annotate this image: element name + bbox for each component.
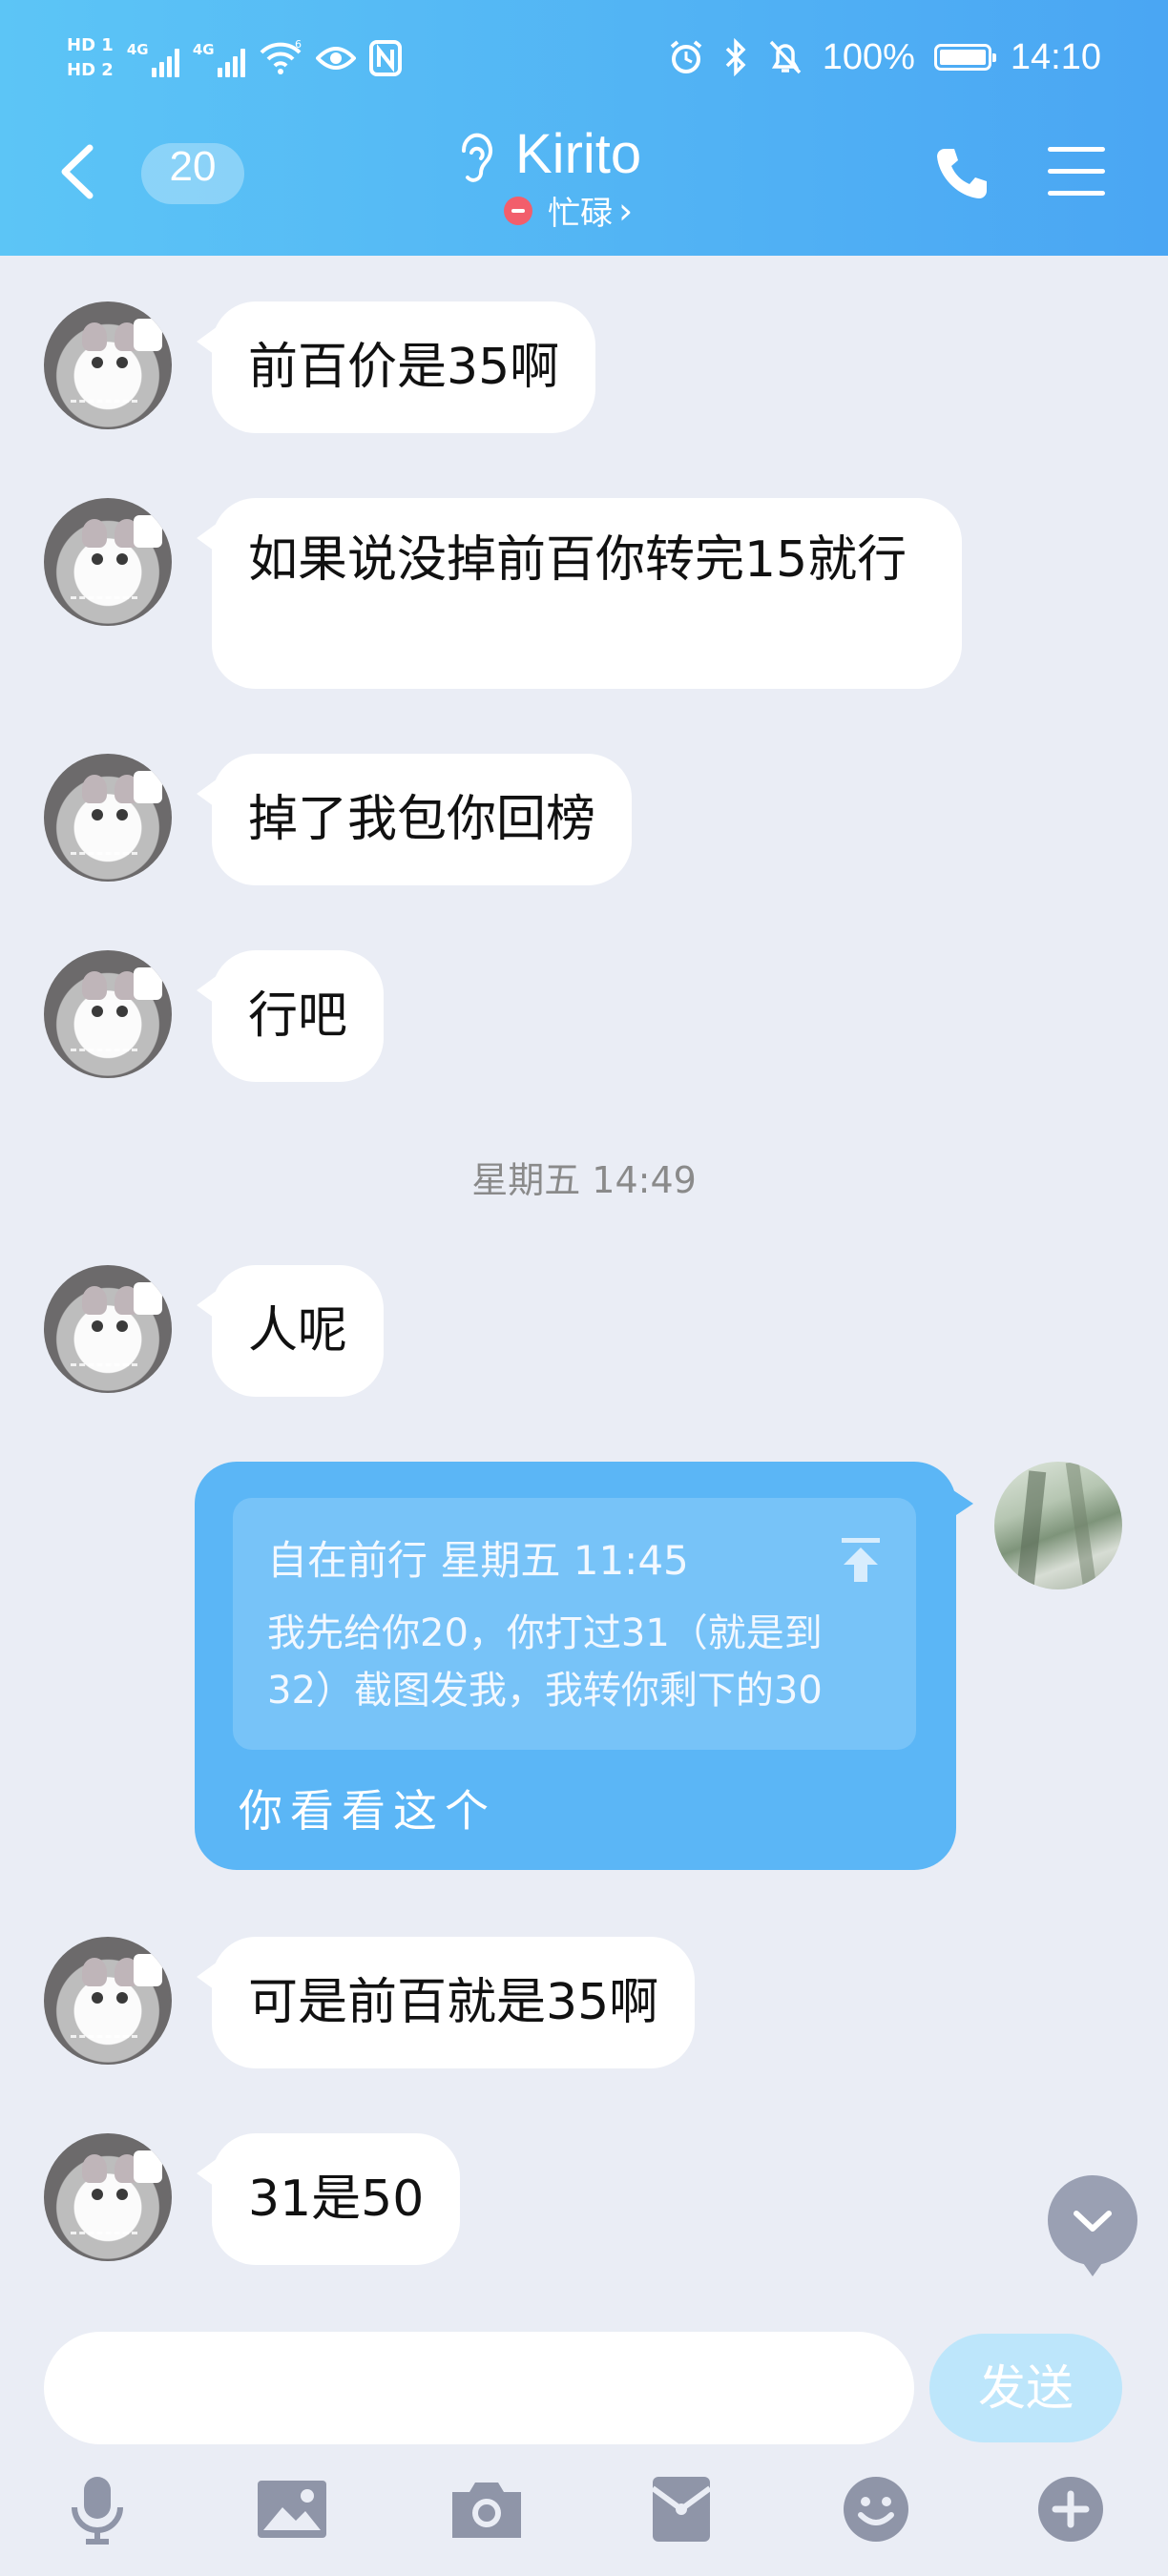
status-bar-right: 100% 14:10 — [668, 31, 1101, 84]
quote-author: 自在前行 — [267, 1537, 428, 1584]
ear-mode-icon[interactable] — [452, 130, 500, 187]
battery-percent: 100% — [822, 36, 915, 77]
message-input[interactable] — [44, 2332, 914, 2444]
clock: 14:10 — [1010, 36, 1101, 77]
signal-2-icon: 4G — [193, 39, 245, 77]
message-bubble[interactable]: 可是前百就是35啊 — [196, 1937, 696, 2068]
reply-text: 你看看这个 — [239, 1785, 496, 1837]
menu-icon[interactable] — [1048, 147, 1105, 200]
signal-1-icon: 4G — [127, 39, 179, 77]
microphone-icon[interactable] — [59, 2471, 136, 2547]
contact-name[interactable]: Kirito — [515, 122, 641, 186]
hd-indicators: HD 1 HD 2 — [67, 36, 114, 80]
red-packet-icon[interactable] — [643, 2471, 720, 2547]
plus-icon[interactable] — [1032, 2471, 1109, 2547]
message-bubble[interactable]: 如果说没掉前百你转完15就行 — [197, 498, 962, 689]
contact-avatar[interactable] — [44, 2133, 172, 2261]
hd-label-1: HD 1 — [67, 35, 114, 55]
contact-avatar[interactable] — [44, 498, 172, 626]
message-bubble[interactable]: 31是50 — [196, 2133, 461, 2265]
message-bubble[interactable]: 行吧 — [196, 950, 385, 1082]
svg-text:6: 6 — [295, 39, 302, 51]
contact-avatar[interactable] — [44, 301, 172, 429]
busy-status-icon — [504, 196, 532, 225]
image-icon[interactable] — [254, 2471, 330, 2547]
quote-time: 星期五 11:45 — [440, 1537, 689, 1584]
send-button[interactable]: 发送 — [929, 2334, 1122, 2442]
bluetooth-icon — [725, 38, 746, 76]
hd-label-2: HD 2 — [67, 60, 114, 80]
time-separator: 星期五 14:49 — [471, 1159, 697, 1201]
jump-to-top-icon[interactable] — [840, 1536, 882, 1584]
camera-icon[interactable] — [448, 2471, 525, 2547]
mute-bell-icon — [769, 40, 801, 74]
eye-icon — [315, 47, 356, 70]
quote-text: 我先给你20，你打过31（就是到32）截图发我，我转你剩下的30 — [267, 1611, 823, 1713]
phone-call-icon[interactable] — [931, 143, 992, 204]
chevron-right-icon: › — [618, 189, 634, 232]
self-avatar[interactable] — [994, 1462, 1122, 1589]
message-bubble[interactable]: 人呢 — [196, 1265, 385, 1397]
scroll-to-bottom-button[interactable] — [1048, 2175, 1137, 2276]
message-bubble[interactable]: 前百价是35啊 — [196, 301, 596, 433]
contact-avatar[interactable] — [44, 1265, 172, 1393]
message-bubble[interactable]: 掉了我包你回榜 — [196, 754, 633, 885]
unread-count-badge[interactable]: 20 — [141, 143, 244, 204]
contact-avatar[interactable] — [44, 754, 172, 882]
status-bar-left: HD 1 HD 2 4G 4G 6 — [67, 25, 402, 92]
contact-avatar[interactable] — [44, 1937, 172, 2065]
quote-header: 自在前行 星期五 11:45 — [267, 1528, 689, 1587]
back-arrow-icon[interactable] — [48, 138, 105, 205]
self-message-bubble[interactable]: 自在前行 星期五 11:45 我先给你20，你打过31（就是到32）截图发我，我… — [195, 1462, 973, 1870]
battery-icon — [933, 44, 996, 71]
alarm-icon — [670, 40, 701, 73]
emoji-icon[interactable] — [838, 2471, 914, 2547]
contact-avatar[interactable] — [44, 950, 172, 1078]
chat-header: HD 1 HD 2 4G 4G 6 100% 14:10 20 Kirito 忙… — [0, 0, 1168, 256]
nfc-icon — [368, 40, 402, 76]
chevron-down-icon — [1074, 2211, 1112, 2232]
contact-status[interactable]: 忙碌 › — [504, 187, 633, 234]
wifi-icon: 6 — [260, 39, 302, 74]
quoted-message[interactable]: 自在前行 星期五 11:45 我先给你20，你打过31（就是到32）截图发我，我… — [233, 1498, 916, 1750]
status-label: 忙碌 — [548, 195, 613, 233]
